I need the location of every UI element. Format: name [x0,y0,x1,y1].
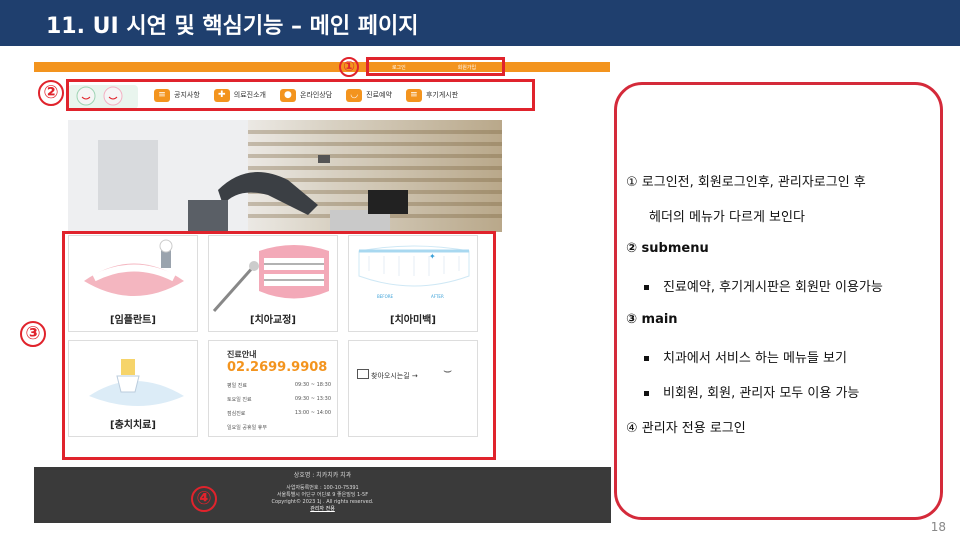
note-3-sub-2: 비회원, 회원, 관리자 모두 이용 가능 [644,382,859,401]
marker-1: ① [339,57,359,77]
note-1-line-2: 헤더의 메뉴가 다르게 보인다 [649,210,805,225]
note-3-sub-1: 치과에서 서비스 하는 메뉴들 보기 [644,347,847,366]
footer-company: 상호명 : 치카치카 치과 [293,472,352,479]
main-highlight [62,231,496,460]
explanation-panel [614,82,943,520]
page-number: 18 [930,520,946,534]
marker-4: ④ [191,486,217,512]
note-1-line-1: ① 로그인전, 회원로그인후, 관리자로그인 후 [626,175,866,190]
footer-copyright: Copyright© 2023 1j . All rights reserved… [271,499,374,505]
sub-menu-highlight [66,79,535,111]
site-header-bar [34,62,610,72]
marker-2: ② [38,80,64,106]
note-3: ③ main [626,312,678,327]
note-2: ② submenu [626,241,709,256]
hero-image [68,120,502,232]
note-2-sub: 진료예약, 후기게시판은 회원만 이용가능 [644,276,883,295]
footer-address: 서울특별시 어딘구 어딘로 9 좋은빌딩 1-5F [276,492,369,498]
admin-login-link[interactable]: 관리자 전용 [34,506,611,513]
slide-title: 11. UI 시연 및 핵심기능 – 메인 페이지 [46,14,419,39]
site-footer: 상호명 : 치카치카 치과 사업자등록번호 : 100-10-75391 서울특… [34,467,611,523]
header-links-highlight [366,57,505,76]
note-4: ④ 관리자 전용 로그인 [626,421,746,436]
footer-reg: 사업자등록번호 : 100-10-75391 [286,485,359,491]
marker-3: ③ [20,321,46,347]
